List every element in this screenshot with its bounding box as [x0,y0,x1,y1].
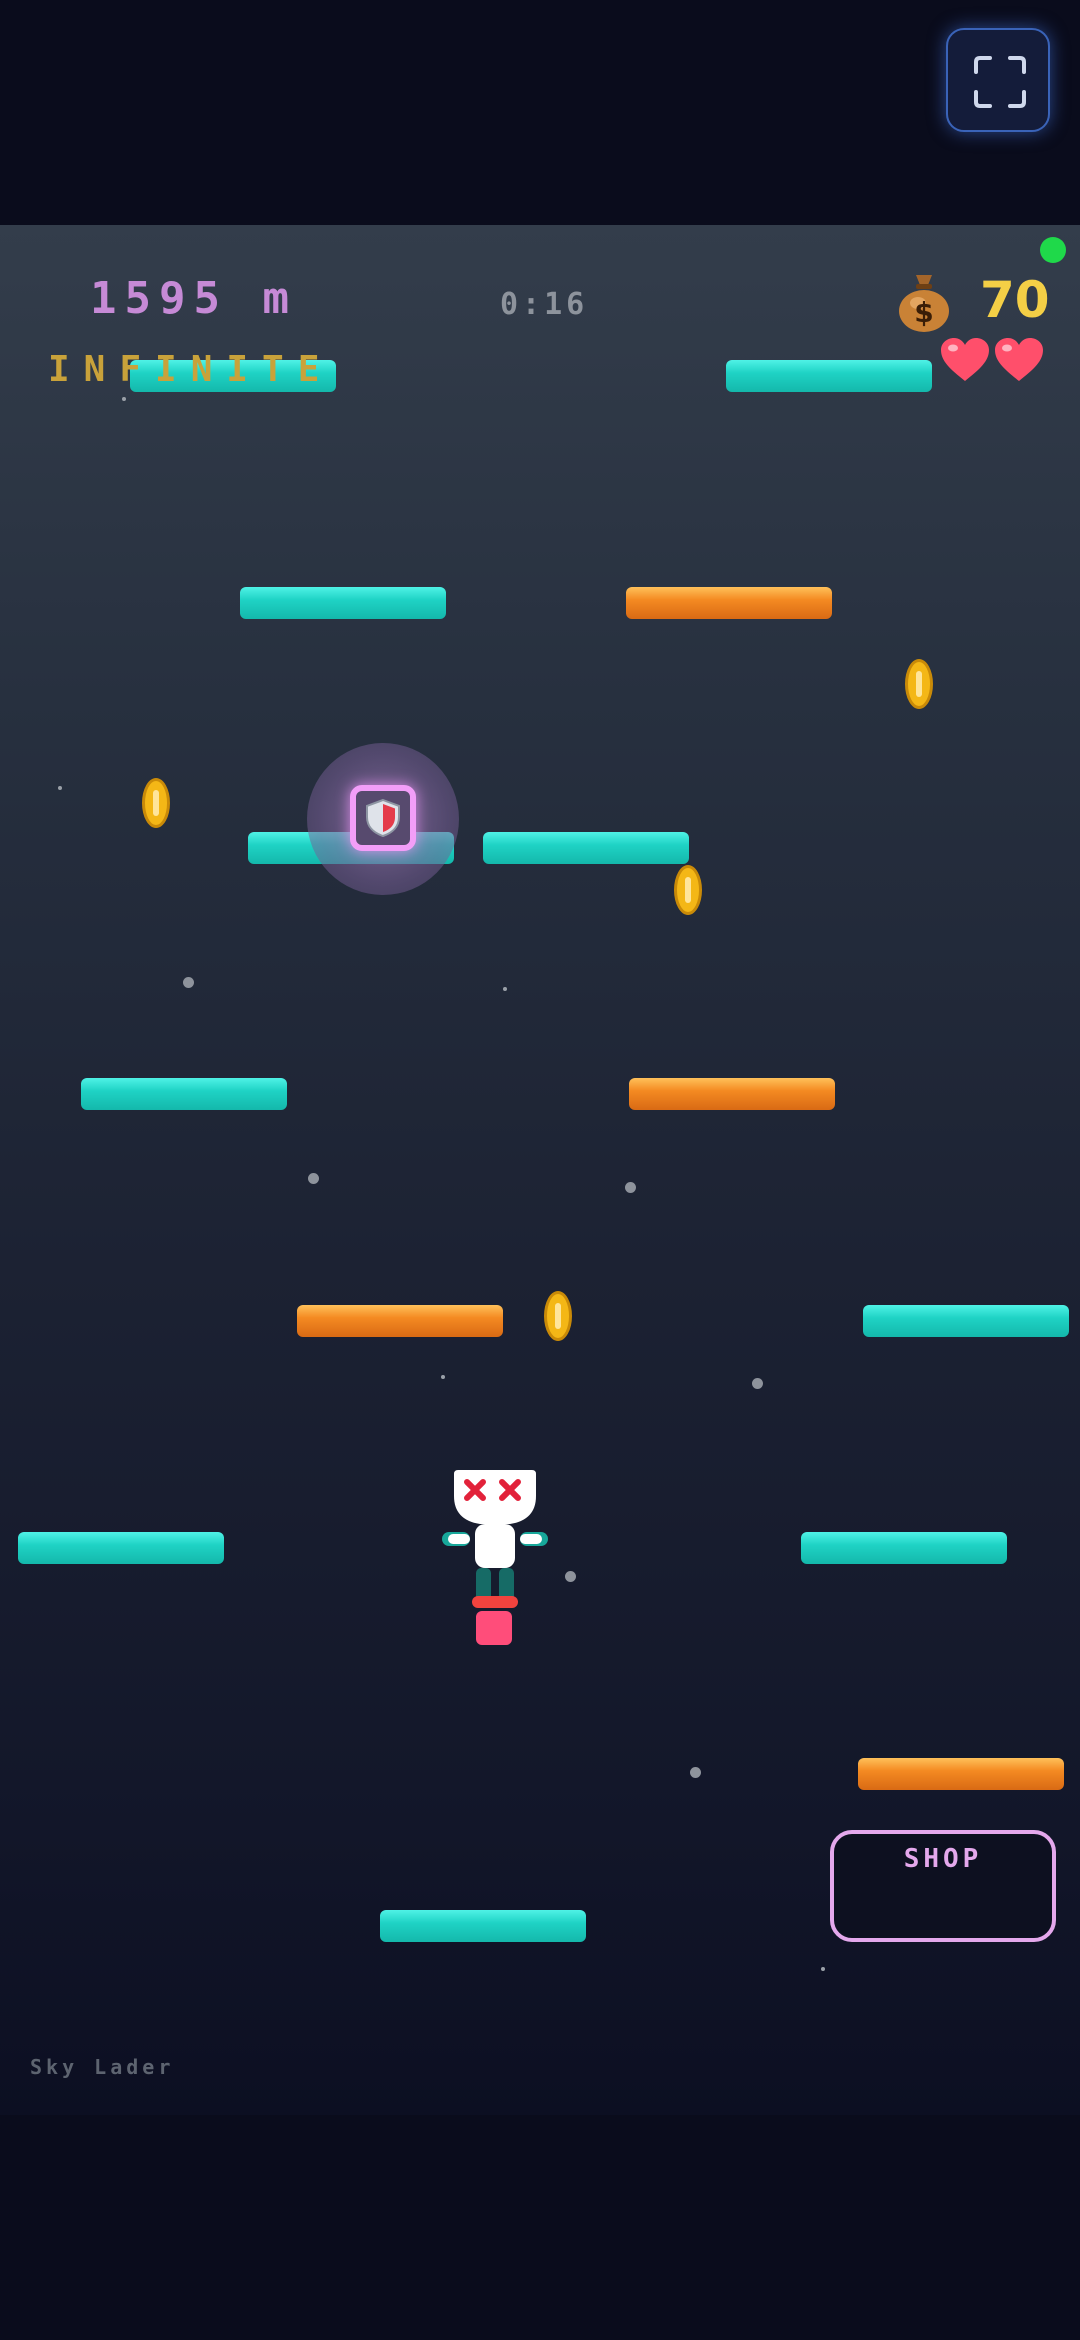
fullscreen-button[interactable] [946,28,1050,132]
platform-orange [297,1305,503,1337]
game-canvas[interactable]: 1595 m INFINITE 0:16 $ 70 SHOP Sky Lader [0,225,1080,2115]
platform-cyan [380,1910,586,1942]
particle [625,1182,636,1193]
platform-orange [858,1758,1064,1790]
platform-cyan [81,1078,287,1110]
distance-counter: 1595 m [90,273,297,324]
game-title: Sky Lader [30,2055,175,2079]
connection-status-dot [1040,237,1066,263]
platform-cyan [801,1532,1007,1564]
particle [565,1571,576,1582]
player-character [440,1468,550,1657]
coin [142,778,170,828]
particle [183,977,194,988]
platform-orange [629,1078,835,1110]
coin [905,659,933,709]
game-mode-label: INFINITE [48,349,334,390]
platform-cyan [863,1305,1069,1337]
shop-label: SHOP [903,1844,983,1874]
particle [752,1378,763,1389]
platform-cyan [483,832,689,864]
svg-text:$: $ [914,296,933,329]
money-bag-icon: $ [896,271,952,337]
particle [821,1967,825,1971]
particle [441,1375,445,1379]
coin [674,865,702,915]
platform-cyan [18,1532,224,1564]
fullscreen-icon [974,56,1026,108]
timer: 0:16 [500,287,589,322]
particle [503,987,507,991]
top-bar [0,0,1080,225]
particle [308,1173,319,1184]
heart-icon [941,338,989,381]
platform-cyan [726,360,932,392]
shield-icon [366,798,400,838]
particle [690,1767,701,1778]
shop-button[interactable]: SHOP [830,1830,1056,1942]
platform-orange [626,587,832,619]
coin-counter: 70 [980,271,1050,329]
heart-icon [995,338,1043,381]
shield-powerup [350,785,416,851]
lives-display [940,337,1044,383]
particle [122,397,126,401]
platform-cyan [240,587,446,619]
bottom-bar [0,2115,1080,2340]
coin [544,1291,572,1341]
particle [58,786,62,790]
